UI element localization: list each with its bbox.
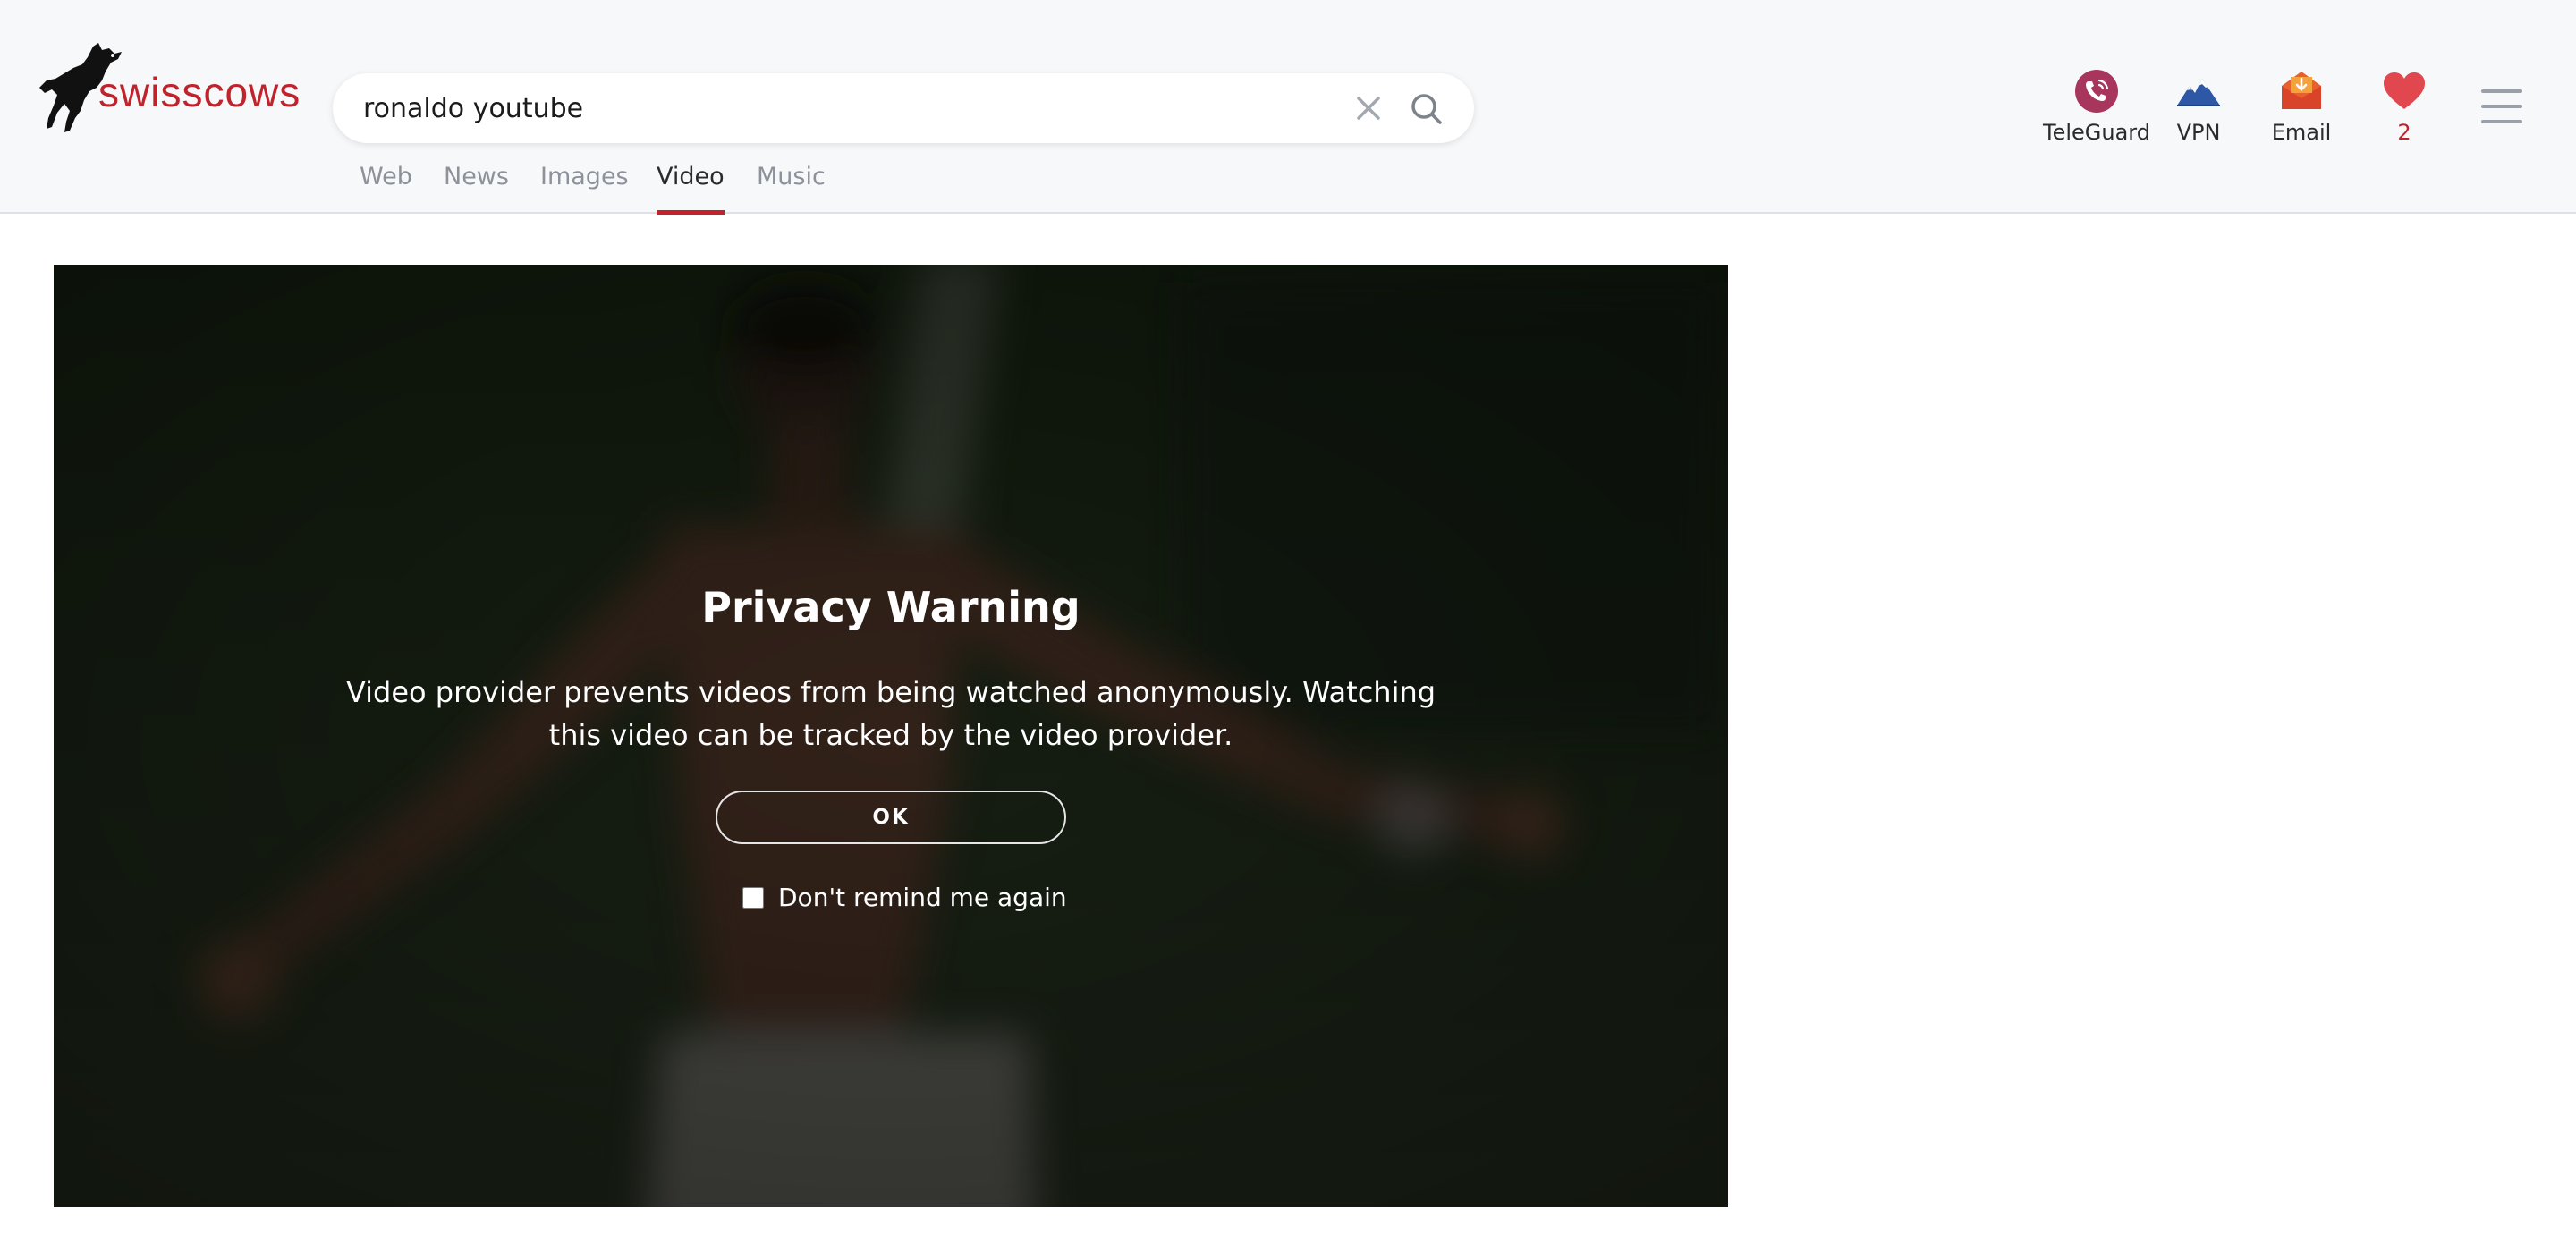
tab-music-label: Music: [757, 163, 826, 190]
tab-news[interactable]: News: [444, 159, 509, 215]
tab-news-label: News: [444, 163, 509, 190]
email-envelope-icon: [2282, 72, 2321, 109]
tab-video[interactable]: Video: [657, 159, 724, 215]
search-submit-button[interactable]: [1408, 90, 1445, 128]
search-box: [333, 73, 1474, 143]
brand-wordmark: swisscows: [98, 69, 301, 115]
privacy-warning-message: Video provider prevents videos from bein…: [345, 675, 1436, 752]
vpn-mountain-icon: [2177, 79, 2220, 106]
active-tab-indicator: [657, 210, 724, 215]
search-input[interactable]: [363, 73, 1311, 143]
heart-icon: [2384, 72, 2425, 109]
tab-web-label: Web: [360, 163, 412, 190]
search-icon: [1411, 94, 1442, 124]
ok-button[interactable]: OK: [716, 791, 1066, 844]
tab-video-label: Video: [657, 163, 724, 190]
close-icon: [1357, 97, 1380, 120]
teleguard-phone-icon: [2075, 70, 2118, 113]
tab-music[interactable]: Music: [757, 159, 826, 215]
tab-web[interactable]: Web: [360, 159, 412, 215]
dont-remind-label[interactable]: Don't remind me again: [778, 882, 1067, 914]
favorites-counter[interactable]: 2: [2351, 68, 2458, 148]
tab-images[interactable]: Images: [540, 159, 629, 215]
privacy-warning-title: Privacy Warning: [701, 583, 1080, 631]
video-player: Privacy Warning Video provider prevents …: [54, 265, 1728, 1207]
tab-images-label: Images: [540, 163, 629, 190]
swisscows-logo[interactable]: swisscows: [39, 41, 308, 134]
clear-search-button[interactable]: [1351, 90, 1386, 126]
dont-remind-checkbox[interactable]: [742, 887, 764, 909]
favorites-count: 2: [2397, 120, 2411, 145]
hamburger-menu-icon[interactable]: [2481, 89, 2522, 123]
top-header: swisscows Web News Images Video Music: [0, 0, 2576, 215]
